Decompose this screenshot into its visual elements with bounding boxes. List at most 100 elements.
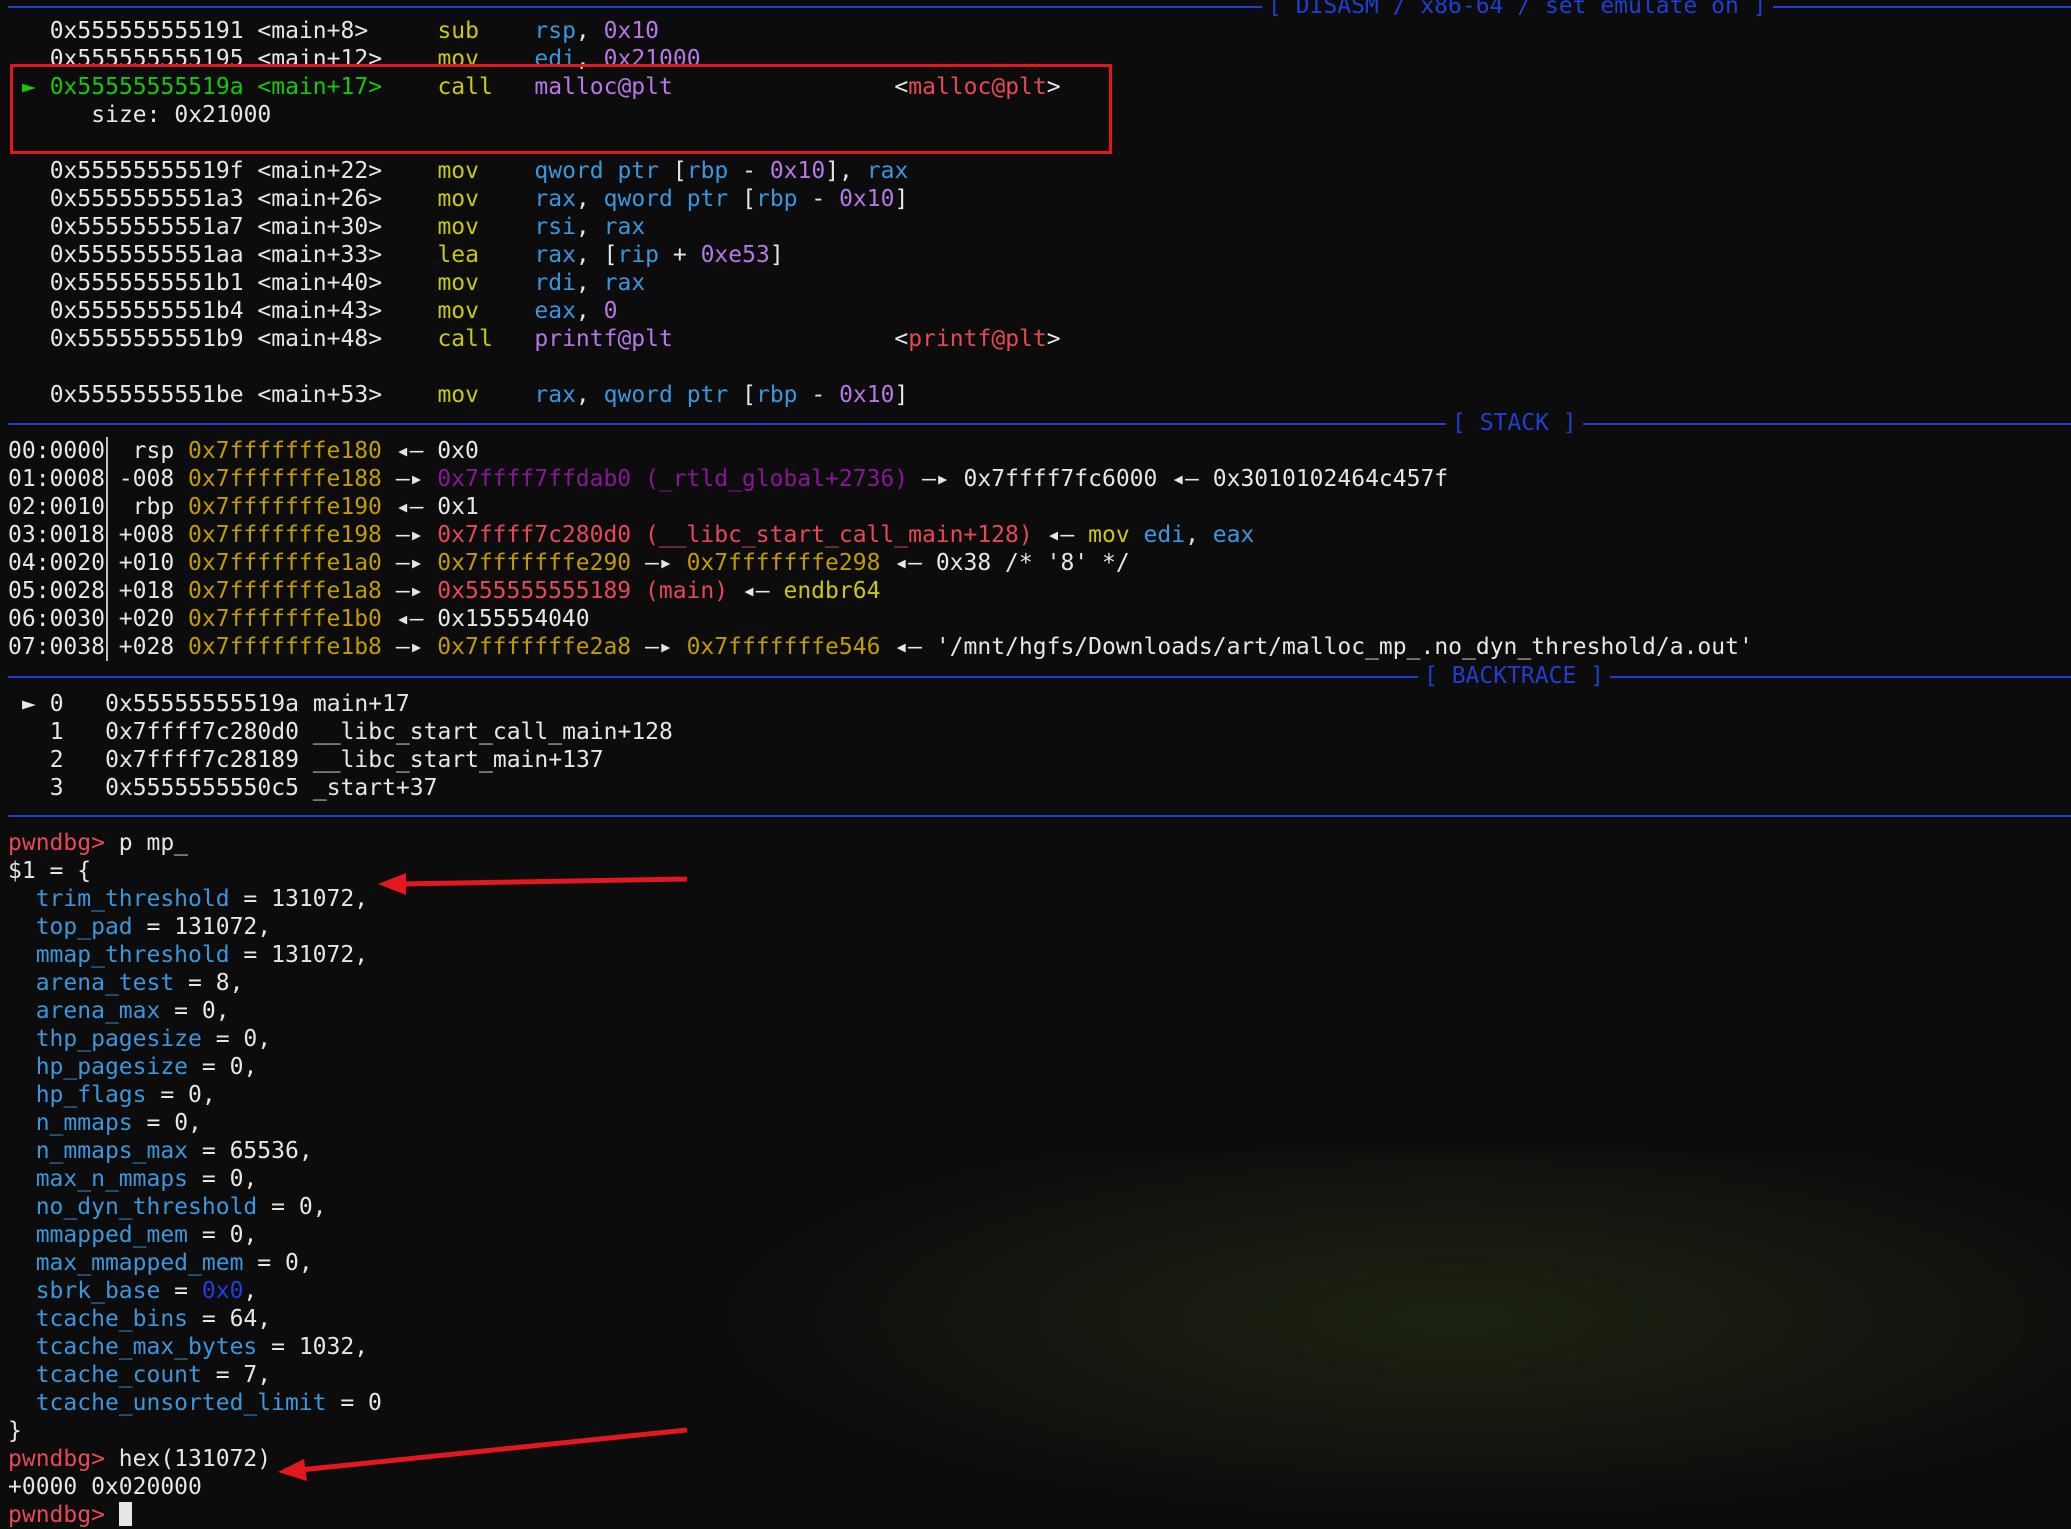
stack-segment: 0x7fffffffe2a8 [437, 634, 632, 660]
field-name: sbrk_base [35, 1278, 161, 1304]
field-name: max_mmapped_mem [35, 1250, 244, 1276]
separator: = [132, 1110, 175, 1136]
comma: , [257, 1362, 272, 1388]
field-value: 7 [243, 1362, 258, 1388]
instruction-operand: rax [603, 270, 646, 296]
instruction-symbol: <main+43> [257, 298, 438, 324]
instruction-operand: rsp [534, 18, 576, 44]
struct-field: trim_threshold = 131072, [8, 885, 368, 913]
stack-segment: rbp [104, 494, 189, 520]
stack-segment: 0x7fffffffe1b0 [188, 606, 382, 632]
field-value: 0x0 [201, 1278, 244, 1304]
struct-field: n_mmaps = 0, [8, 1109, 202, 1137]
field-name: hp_flags [35, 1082, 147, 1108]
frame-address: 0x7ffff7c28189 [105, 747, 299, 773]
stack-segment: ◂— [381, 494, 438, 520]
instruction-operand: , [575, 186, 604, 212]
console-result-open: $1 = { [8, 857, 91, 885]
separator: = [201, 1362, 244, 1388]
instruction-operand: 0x10 [839, 186, 895, 212]
instruction-operand: qword ptr [534, 158, 673, 184]
instruction-mnemonic: sub [437, 18, 535, 44]
instruction-operand: 0xe53 [700, 242, 770, 268]
call-target-close: > [1046, 326, 1061, 352]
stack-row: 04:0020 +010 0x7fffffffe1a0 —▸ 0x7ffffff… [8, 549, 1130, 577]
frame-marker: ► [22, 691, 50, 717]
struct-field: no_dyn_threshold = 0, [8, 1193, 327, 1221]
instruction-symbol: <main+22> [257, 158, 438, 184]
stack-segment: 0x7fffffffe198 [188, 522, 382, 548]
instruction-operand: 0x10 [769, 158, 826, 184]
stack-row: 01:0008 -008 0x7fffffffe188 —▸ 0x7ffff7f… [8, 465, 1448, 493]
disasm-line: 0x5555555551b4 <main+43> mov eax, 0 [22, 297, 618, 325]
instruction-mnemonic: mov [437, 382, 535, 408]
stack-segment: —▸ [381, 634, 438, 660]
field-name: top_pad [35, 914, 133, 940]
instruction-operand: , [575, 270, 604, 296]
stack-title: [ STACK ] [1446, 409, 1583, 437]
stack-segment: —▸ [381, 466, 438, 492]
stack-segment: —▸ [381, 550, 438, 576]
instruction-operand: rax [603, 214, 646, 240]
instruction-address: 0x55555555519f [49, 158, 258, 184]
instruction-operand: ] [769, 242, 784, 268]
gutter [22, 382, 50, 408]
console-prompt: pwndbg> [8, 1446, 105, 1472]
struct-field: tcache_unsorted_limit = 0 [8, 1389, 382, 1417]
instruction-mnemonic: call [437, 326, 535, 352]
stack-segment: ◂— 0x38 /* '8' */ [880, 550, 1130, 576]
console-input-line[interactable]: pwndbg> [8, 1501, 132, 1529]
comma: , [298, 1250, 313, 1276]
field-value: 1032 [298, 1334, 355, 1360]
disasm-title: [ DISASM / x86-64 / set emulate on ] [1262, 0, 1773, 20]
stack-row: 05:0028 +018 0x7fffffffe1a8 —▸ 0x5555555… [8, 577, 880, 605]
comma: , [298, 1138, 313, 1164]
gutter [22, 270, 50, 296]
struct-field: tcache_bins = 64, [8, 1305, 271, 1333]
backtrace-title: [ BACKTRACE ] [1418, 662, 1611, 690]
stack-segment: —▸ [631, 634, 687, 660]
comma: , [215, 998, 230, 1024]
stack-row: 06:0030 +020 0x7fffffffe1b0 ◂— 0x1555540… [8, 605, 590, 633]
stack-divider [8, 423, 2071, 425]
console-output-line: +0000 0x020000 [8, 1473, 202, 1501]
stack-offset: 01:0008 [8, 466, 105, 492]
stack-offset: 06:0030 [8, 606, 105, 632]
stack-row: 07:0038 +028 0x7fffffffe1b8 —▸ 0x7ffffff… [8, 633, 1753, 661]
stack-segment: +020 [104, 606, 189, 632]
frame-address: 0x7ffff7c280d0 [105, 719, 299, 745]
stack-segment: 0x155554040 [437, 606, 590, 632]
frame-marker [22, 747, 50, 773]
disasm-line: 0x5555555551b1 <main+40> mov rdi, rax [22, 269, 645, 297]
stack-segment: 0x7fffffffe298 [686, 550, 881, 576]
background-glow [700, 1150, 2071, 1524]
struct-field: top_pad = 131072, [8, 913, 271, 941]
gutter [22, 158, 50, 184]
instruction-operand: - [728, 158, 770, 184]
instruction-operand: 0 [603, 298, 618, 324]
disasm-line: 0x5555555551a7 <main+30> mov rsi, rax [22, 213, 645, 241]
stack-segment: —▸ [381, 522, 438, 548]
frame-marker [22, 719, 50, 745]
disasm-line: 0x5555555551be <main+53> mov rax, qword … [22, 381, 909, 409]
struct-field: arena_test = 8, [8, 969, 244, 997]
console-command-line: pwndbg> hex(131072) [8, 1445, 271, 1473]
separator: = [146, 1082, 189, 1108]
console-command-line: pwndbg> p mp_ [8, 829, 188, 857]
instruction-operand: ] [894, 186, 909, 212]
stack-segment: 0x7fffffffe1a8 [188, 578, 382, 604]
text-cursor[interactable] [118, 1502, 132, 1526]
stack-segment: 0x0 [437, 438, 479, 464]
instruction-operand: rsi [534, 214, 576, 240]
field-name: n_mmaps_max [35, 1138, 189, 1164]
stack-offset: 04:0020 [8, 550, 105, 576]
struct-field: n_mmaps_max = 65536, [8, 1137, 313, 1165]
